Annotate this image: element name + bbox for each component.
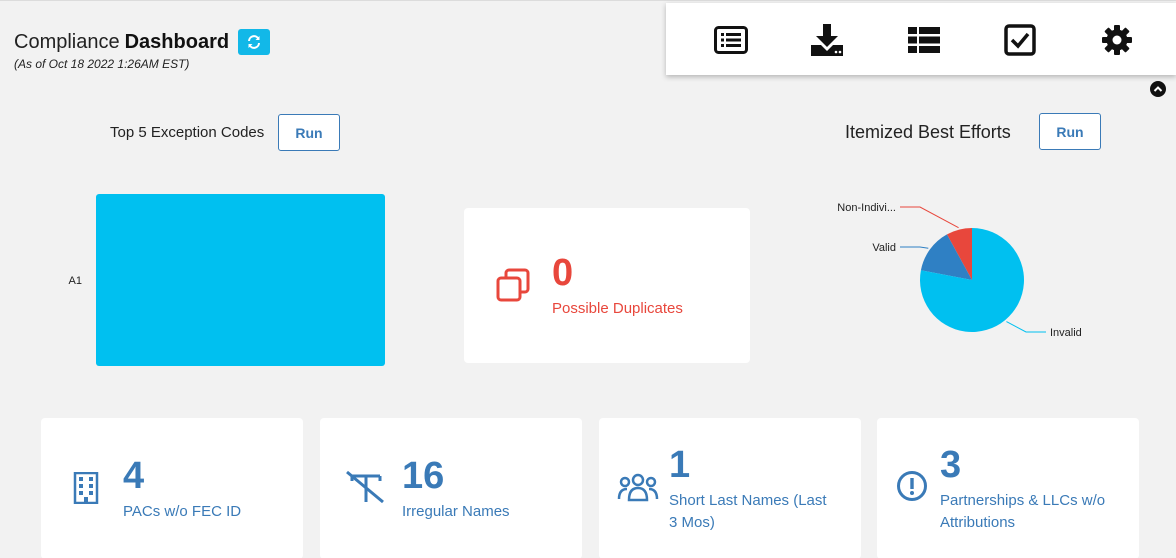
- refresh-button[interactable]: [238, 29, 271, 55]
- pacs-card[interactable]: 4 PACs w/o FEC ID: [41, 418, 303, 558]
- short-last-names-label: Short Last Names (Last 3 Mos): [669, 490, 827, 534]
- page-title-prefix: Compliance: [14, 30, 120, 53]
- partnerships-card[interactable]: 3 Partnerships & LLCs w/o Attributions: [877, 418, 1139, 558]
- pie-slice-label: Invalid: [1050, 327, 1082, 339]
- pacs-count: 4: [123, 455, 145, 497]
- page-header: Compliance Dashboard (As of Oct 18 2022 …: [14, 29, 271, 71]
- table-view-button[interactable]: [906, 22, 942, 58]
- settings-button[interactable]: [1099, 22, 1135, 58]
- exclamation-circle-icon: [897, 471, 927, 501]
- download-button[interactable]: [809, 22, 845, 58]
- irregular-names-label: Irregular Names: [402, 503, 510, 520]
- users-icon: [617, 473, 659, 502]
- pacs-label: PACs w/o FEC ID: [123, 503, 242, 520]
- itemized-run-button[interactable]: Run: [1039, 113, 1101, 150]
- duplicates-label: Possible Duplicates: [552, 300, 683, 317]
- possible-duplicates-card[interactable]: 0 Possible Duplicates: [464, 208, 750, 363]
- pie-leader-line: [1006, 321, 1046, 333]
- duplicates-count: 0: [552, 252, 574, 294]
- pie-leader-line: [900, 206, 959, 229]
- partnerships-label-line1: Partnerships & LLCs w/o: [940, 492, 1106, 509]
- partnerships-label: Partnerships & LLCs w/o Attributions: [940, 490, 1105, 534]
- short-last-names-card[interactable]: 1 Short Last Names (Last 3 Mos): [599, 418, 861, 558]
- exception-category-label: A1: [69, 275, 82, 287]
- checkbox-icon: [1004, 24, 1036, 56]
- exception-codes-chart: A1: [69, 194, 385, 366]
- short-last-names-count: 1: [669, 444, 691, 486]
- title-row: Compliance Dashboard: [14, 29, 271, 55]
- pie-slice-label: Valid: [872, 242, 896, 254]
- exceptions-run-button[interactable]: Run: [278, 114, 340, 151]
- building-icon: [73, 472, 99, 504]
- as-of-timestamp: (As of Oct 18 2022 1:26AM EST): [14, 57, 190, 71]
- list-icon: [714, 26, 748, 54]
- table-icon: [908, 27, 940, 53]
- strikethrough-text-icon: [346, 470, 384, 504]
- partnerships-count: 3: [940, 444, 962, 486]
- irregular-names-card[interactable]: 16 Irregular Names: [320, 418, 582, 558]
- pie-slice-label: Non-Indivi...: [837, 202, 896, 214]
- short-last-names-label-line1: Short Last Names (Last: [669, 492, 827, 509]
- refresh-icon: [248, 35, 261, 49]
- download-icon: [811, 24, 843, 56]
- irregular-names-count: 16: [402, 455, 445, 497]
- itemized-pie-chart: Non-Indivi... Valid Invalid: [837, 202, 1082, 339]
- checklist-button[interactable]: [1002, 22, 1038, 58]
- collapse-toolbar-button[interactable]: [1150, 81, 1166, 97]
- page-title: Dashboard: [124, 30, 230, 53]
- short-last-names-label-line2: 3 Mos): [669, 514, 715, 531]
- partnerships-label-line2: Attributions: [940, 514, 1016, 531]
- pie-leader-line: [900, 246, 929, 249]
- exceptions-title: Top 5 Exception Codes: [110, 124, 265, 141]
- gear-icon: [1102, 25, 1132, 55]
- itemized-title: Itemized Best Efforts: [845, 122, 1011, 142]
- chevron-up-icon: [1153, 86, 1163, 92]
- toolbar: [666, 3, 1176, 75]
- list-view-button[interactable]: [713, 22, 749, 58]
- copy-icon: [496, 268, 530, 302]
- exception-bar[interactable]: [96, 194, 385, 366]
